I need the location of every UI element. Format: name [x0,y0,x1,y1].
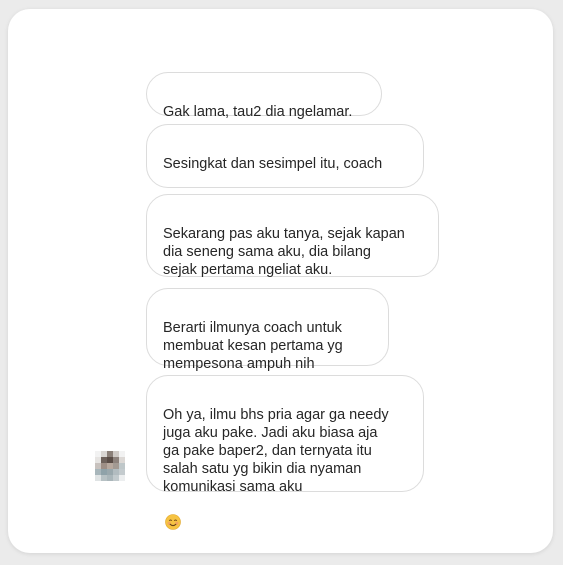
smiling-blush-emoji-icon [165,496,181,535]
message-bubble: Sekarang pas aku tanya, sejak kapan dia … [146,194,439,313]
message-bubble: Sesingkat dan sesimpel itu, coach [146,124,424,243]
message-text: Sesingkat dan sesimpel itu, coach [163,156,383,172]
message-text: Berarti ilmunya coach untuk membuat kesa… [163,320,343,372]
chat-card: Gak lama, tau2 dia ngelamar. Sesingkat d… [8,9,553,553]
message-text: Gak lama, tau2 dia ngelamar. [163,104,353,120]
message-text: Sekarang pas aku tanya, sejak kapan dia … [163,226,405,278]
message-bubble: Berarti ilmunya coach untuk membuat kesa… [146,288,389,407]
message-bubble: Gak lama, tau2 dia ngelamar. [146,72,382,120]
message-bubble: Oh ya, ilmu bhs pria agar ga needy juga … [146,375,424,530]
message-text: Oh ya, ilmu bhs pria agar ga needy juga … [163,407,389,495]
sender-avatar[interactable] [95,451,125,481]
